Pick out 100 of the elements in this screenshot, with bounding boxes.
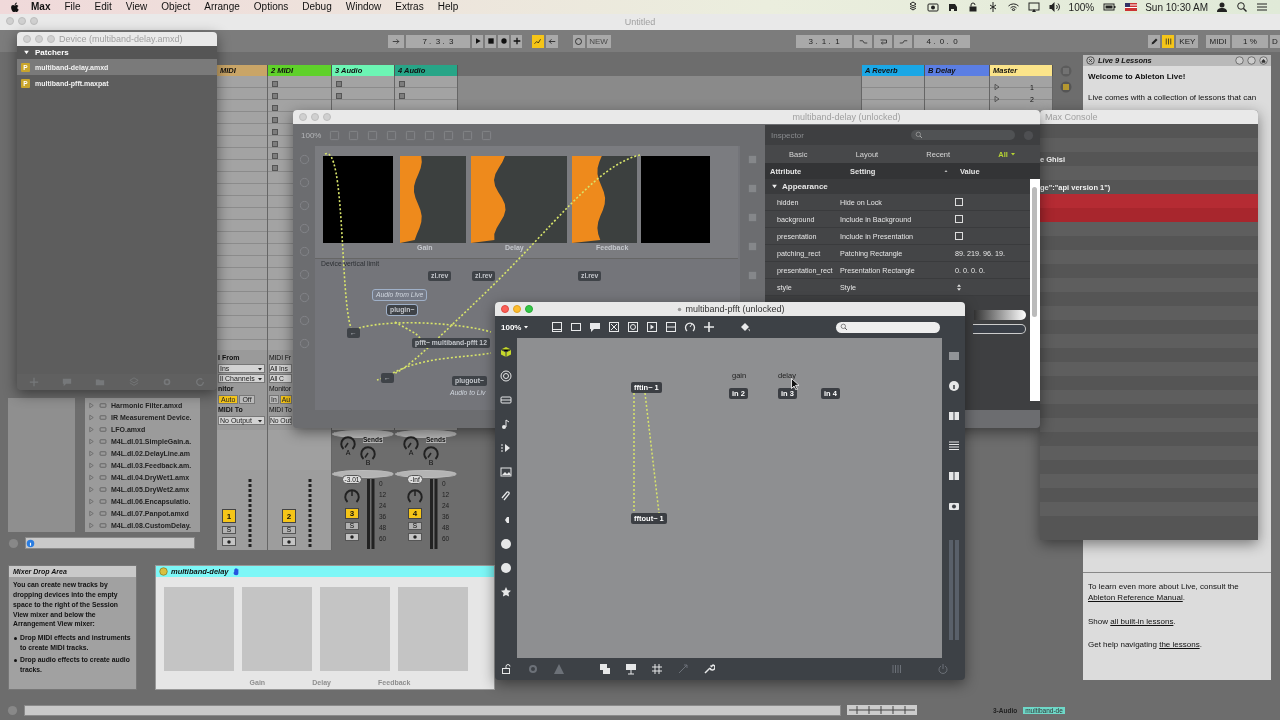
disclosure-icon[interactable] — [23, 49, 30, 56]
key-button[interactable]: KEY — [1176, 34, 1199, 48]
camera-icon[interactable] — [926, 1, 939, 13]
window-icon[interactable] — [551, 321, 564, 333]
record-button[interactable] — [498, 34, 509, 48]
power-icon[interactable] — [159, 567, 168, 576]
note-icon[interactable] — [500, 418, 512, 430]
disclosure-icon[interactable] — [771, 183, 778, 190]
comment-icon[interactable] — [589, 321, 602, 333]
multislider[interactable] — [572, 156, 637, 243]
menu-item[interactable]: Help — [430, 0, 466, 14]
close-button[interactable] — [501, 305, 509, 313]
multislider[interactable] — [400, 156, 466, 243]
message-icon[interactable] — [570, 321, 583, 333]
back-button[interactable] — [545, 34, 558, 48]
close-icon[interactable] — [1086, 56, 1095, 65]
lock-icon[interactable] — [501, 663, 513, 675]
scrollbar[interactable] — [1030, 179, 1040, 401]
image-icon[interactable] — [500, 466, 512, 478]
bars-icon[interactable] — [891, 663, 903, 675]
slider-icon[interactable] — [665, 321, 678, 333]
presentation-icon[interactable] — [625, 663, 637, 675]
dial-icon[interactable] — [684, 321, 697, 333]
draw-mode-button[interactable] — [1148, 34, 1161, 48]
home-icon[interactable] — [1259, 56, 1268, 65]
multislider[interactable] — [471, 156, 567, 243]
punch-out-button[interactable] — [894, 34, 913, 48]
punch-in-button[interactable] — [854, 34, 873, 48]
loop-start-field[interactable]: 3 . 1 . 1 — [796, 34, 853, 48]
windows-icon[interactable] — [599, 663, 611, 675]
menu-item[interactable]: Options — [246, 0, 296, 14]
battery-icon[interactable] — [1102, 1, 1118, 13]
checkbox[interactable] — [955, 198, 963, 206]
knob-icon[interactable] — [402, 434, 420, 452]
position-field[interactable]: 7 . 3 . 3 — [406, 34, 470, 48]
arrangement-view-icon[interactable] — [1059, 81, 1072, 93]
menu-item[interactable]: Extras — [388, 0, 431, 14]
menu-item[interactable]: Max — [21, 0, 58, 14]
menu-item[interactable]: File — [57, 0, 88, 14]
play-button[interactable] — [472, 34, 483, 48]
step-icon[interactable] — [500, 442, 512, 454]
arm-button[interactable] — [222, 537, 236, 546]
flag-icon[interactable] — [1125, 1, 1138, 13]
volume-knob-icon[interactable] — [343, 487, 361, 505]
add-button[interactable] — [511, 34, 522, 48]
automation-button[interactable] — [531, 34, 544, 48]
arm-button[interactable] — [408, 533, 422, 541]
warning-icon[interactable] — [553, 663, 565, 675]
overdub-button[interactable] — [572, 34, 585, 48]
zoom-menu[interactable]: 100% — [501, 322, 530, 332]
display-icon[interactable] — [1027, 1, 1040, 13]
keyboard-icon[interactable] — [500, 394, 512, 406]
arm-button[interactable] — [345, 533, 359, 541]
volume-knob-icon[interactable] — [406, 487, 424, 505]
grid-icon[interactable] — [651, 663, 663, 675]
hand-icon[interactable] — [231, 567, 241, 576]
stop-button[interactable] — [485, 34, 496, 48]
book-icon[interactable] — [947, 470, 960, 482]
stepper-icon[interactable] — [955, 282, 963, 292]
forward-icon[interactable] — [1247, 56, 1256, 65]
star-icon[interactable] — [500, 586, 512, 598]
knob-icon[interactable] — [339, 434, 357, 452]
zoom-button[interactable] — [525, 305, 533, 313]
key-map-button[interactable] — [1162, 34, 1175, 48]
loop-button[interactable] — [874, 34, 893, 48]
checkbox[interactable] — [955, 232, 963, 240]
track-activator[interactable]: 2 — [282, 509, 296, 523]
gear-icon[interactable] — [527, 663, 539, 675]
arm-button[interactable] — [282, 537, 296, 546]
paint-bucket-icon[interactable] — [739, 321, 752, 333]
power-icon[interactable] — [937, 663, 949, 675]
menu-item[interactable]: Arrange — [197, 0, 247, 14]
paperclip-icon[interactable] — [500, 490, 512, 502]
minimize-button[interactable] — [513, 305, 521, 313]
search-icon[interactable] — [1236, 1, 1248, 13]
menu-item[interactable]: Object — [154, 0, 198, 14]
section-row[interactable]: Appearance — [765, 179, 1030, 194]
track-activator[interactable]: 3 — [345, 508, 359, 519]
track-activator[interactable]: 1 — [222, 509, 236, 523]
volume-icon[interactable] — [1047, 1, 1061, 13]
book-icon[interactable] — [947, 410, 960, 422]
color-swatch[interactable] — [973, 324, 1026, 334]
apple-icon[interactable] — [10, 1, 21, 13]
wifi-icon[interactable] — [1006, 1, 1020, 13]
cube-icon[interactable] — [500, 346, 512, 358]
search-field[interactable] — [836, 321, 940, 333]
loop-length-field[interactable]: 4 . 0 . 0 — [914, 34, 971, 48]
lesson-link[interactable]: the lessons — [1159, 639, 1200, 649]
knob-icon[interactable] — [359, 444, 377, 462]
toggle-icon[interactable] — [608, 321, 621, 333]
follow-button[interactable] — [388, 34, 404, 48]
user-icon[interactable] — [1216, 1, 1228, 13]
back-icon[interactable] — [1235, 56, 1244, 65]
info-icon[interactable] — [947, 380, 960, 392]
lesson-link[interactable]: Ableton Reference Manual — [1088, 593, 1183, 603]
search-field[interactable] — [25, 537, 195, 549]
menu-item[interactable]: Window — [338, 0, 389, 14]
wrench-icon[interactable] — [703, 663, 715, 675]
color-swatch[interactable] — [974, 310, 1026, 320]
button-icon[interactable] — [627, 321, 640, 333]
